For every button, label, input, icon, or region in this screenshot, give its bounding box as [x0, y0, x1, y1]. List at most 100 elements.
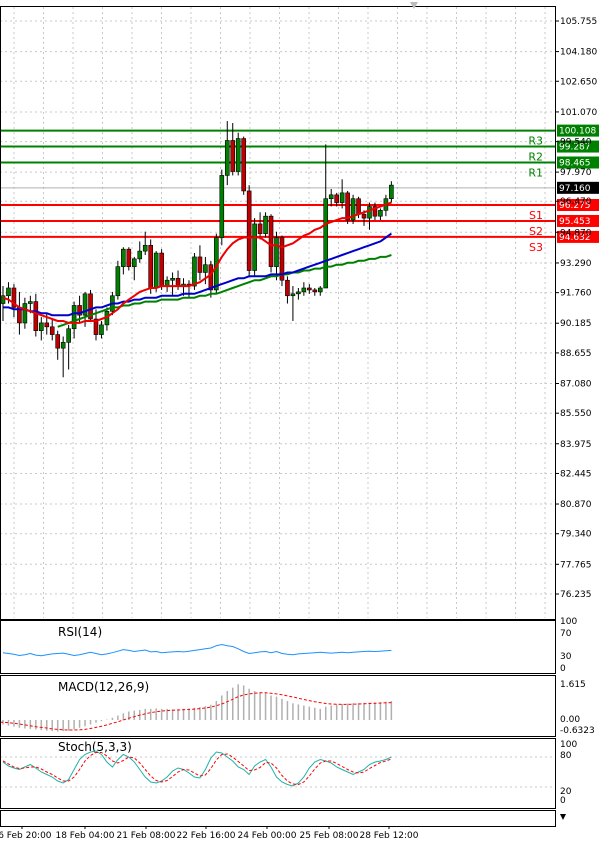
stoch-tick-label: 80 — [560, 751, 572, 761]
candle-body — [148, 244, 153, 289]
candle-body — [6, 287, 11, 297]
rsi-tick-label: 100 — [560, 617, 577, 627]
candle-body — [49, 326, 55, 335]
rsi-tick-label: 70 — [560, 629, 572, 639]
empty-panel — [0, 810, 556, 827]
candle-body — [334, 194, 339, 203]
candle-body — [323, 198, 329, 289]
candle-body — [22, 303, 28, 324]
macd-signal-line — [0, 692, 392, 731]
level-label-s3: S3 — [529, 241, 543, 254]
candle-body — [131, 258, 137, 267]
candle-body — [317, 287, 323, 293]
y-tick-label: 77.765 — [560, 560, 592, 570]
y-tick-label: 79.340 — [560, 530, 592, 540]
candle-body — [296, 291, 301, 295]
candle-body — [257, 223, 263, 234]
candle-body — [389, 184, 394, 200]
x-tick-label: 28 Feb 12:00 — [359, 831, 418, 841]
candle-body — [71, 305, 77, 330]
candle-body — [301, 287, 307, 293]
candle-body — [0, 295, 6, 304]
indicator-panels: RSI(14) 100 70 30 0 MACD(12,26,9) 1.615 0.00-0.… — [0, 617, 595, 806]
candle-body — [361, 213, 367, 219]
candle-body — [290, 293, 296, 297]
macd-tick-label: 1.615 — [560, 680, 586, 690]
x-tick-label: 18 Feb 04:00 — [55, 831, 114, 841]
y-tick-label: 80.870 — [560, 500, 592, 510]
rsi-title: RSI(14) — [58, 625, 102, 639]
candle-body — [246, 190, 252, 271]
rsi-tick-label: 30 — [560, 652, 572, 662]
level-label-r1: R1 — [528, 167, 543, 180]
candle-body — [142, 244, 148, 252]
candle-body — [219, 175, 225, 238]
x-tick-label: 24 Feb 00:00 — [237, 831, 296, 841]
x-tick-label: 25 Feb 08:00 — [299, 831, 358, 841]
candle-body — [268, 215, 274, 267]
candle-body — [339, 192, 345, 203]
support-resistance-levels: R3100.108R299.287R198.465S196.275S295.45… — [0, 124, 599, 254]
candle-body — [66, 328, 71, 343]
candle-body — [378, 210, 383, 217]
candle-body — [153, 252, 159, 289]
current-price-label: 97.160 — [559, 184, 591, 194]
candle-body — [235, 138, 241, 172]
candle-body — [137, 250, 143, 260]
x-tick-label: 16 Feb 20:00 — [0, 831, 52, 841]
candle-body — [224, 140, 230, 176]
stoch-title: Stoch(5,3,3) — [58, 740, 132, 754]
y-tick-label: 105.755 — [560, 17, 597, 27]
candle-body — [328, 194, 334, 200]
candle-body — [170, 277, 175, 281]
y-tick-label: 88.655 — [560, 349, 592, 359]
y-tick-label: 82.445 — [560, 469, 592, 479]
level-price-r3: 100.108 — [559, 127, 596, 137]
y-tick-label: 91.760 — [560, 289, 592, 299]
macd-tick-label: 0.00 — [560, 715, 580, 725]
candles — [0, 121, 394, 378]
candle-body — [356, 198, 361, 215]
y-tick-label: 87.080 — [560, 379, 592, 389]
candle-body — [263, 215, 268, 234]
rsi-tick-label: 0 — [560, 664, 566, 674]
candle-body — [285, 279, 290, 297]
y-tick-label: 104.180 — [560, 48, 597, 58]
y-tick-label: 83.975 — [560, 440, 592, 450]
candle-body — [345, 192, 350, 221]
candle-body — [367, 206, 372, 219]
macd-tick-label: -0.6323 — [560, 726, 595, 736]
candle-body — [28, 301, 33, 304]
level-price-r1: 98.465 — [559, 159, 591, 169]
y-tick-label: 102.650 — [560, 77, 597, 87]
candle-body — [241, 138, 246, 192]
stoch-tick-label: 0 — [560, 796, 566, 806]
scroll-arrow-icon — [560, 814, 566, 820]
rsi-line — [2, 643, 392, 657]
candle-body — [312, 289, 318, 293]
candle-body — [38, 322, 44, 331]
x-tick-label: 22 Feb 16:00 — [176, 831, 235, 841]
y-tick-label: 93.290 — [560, 259, 592, 269]
y-tick-label: 76.235 — [560, 590, 592, 600]
candle-body — [44, 322, 50, 328]
y-tick-label: 90.185 — [560, 319, 592, 329]
ma-mid-line — [3, 232, 392, 317]
candle-body — [203, 264, 208, 273]
y-tick-label: 97.970 — [560, 168, 592, 178]
y-tick-label: 101.070 — [560, 108, 597, 118]
chart-svg: R3100.108R299.287R198.465S196.275S295.45… — [0, 2, 599, 841]
shift-marker-icon — [410, 2, 418, 9]
y-tick-label: 85.550 — [560, 409, 592, 419]
level-price-s2: 95.453 — [559, 217, 591, 227]
y-tick-label: 94.870 — [560, 228, 592, 238]
candle-body — [126, 248, 132, 267]
candle-body — [192, 256, 197, 287]
candle-body — [274, 237, 279, 267]
candle-body — [99, 324, 104, 335]
candle-body — [175, 277, 181, 287]
stoch-k-line — [2, 750, 392, 787]
candle-body — [115, 266, 121, 297]
y-tick-label: 99.540 — [560, 138, 592, 148]
candle-body — [252, 223, 257, 271]
